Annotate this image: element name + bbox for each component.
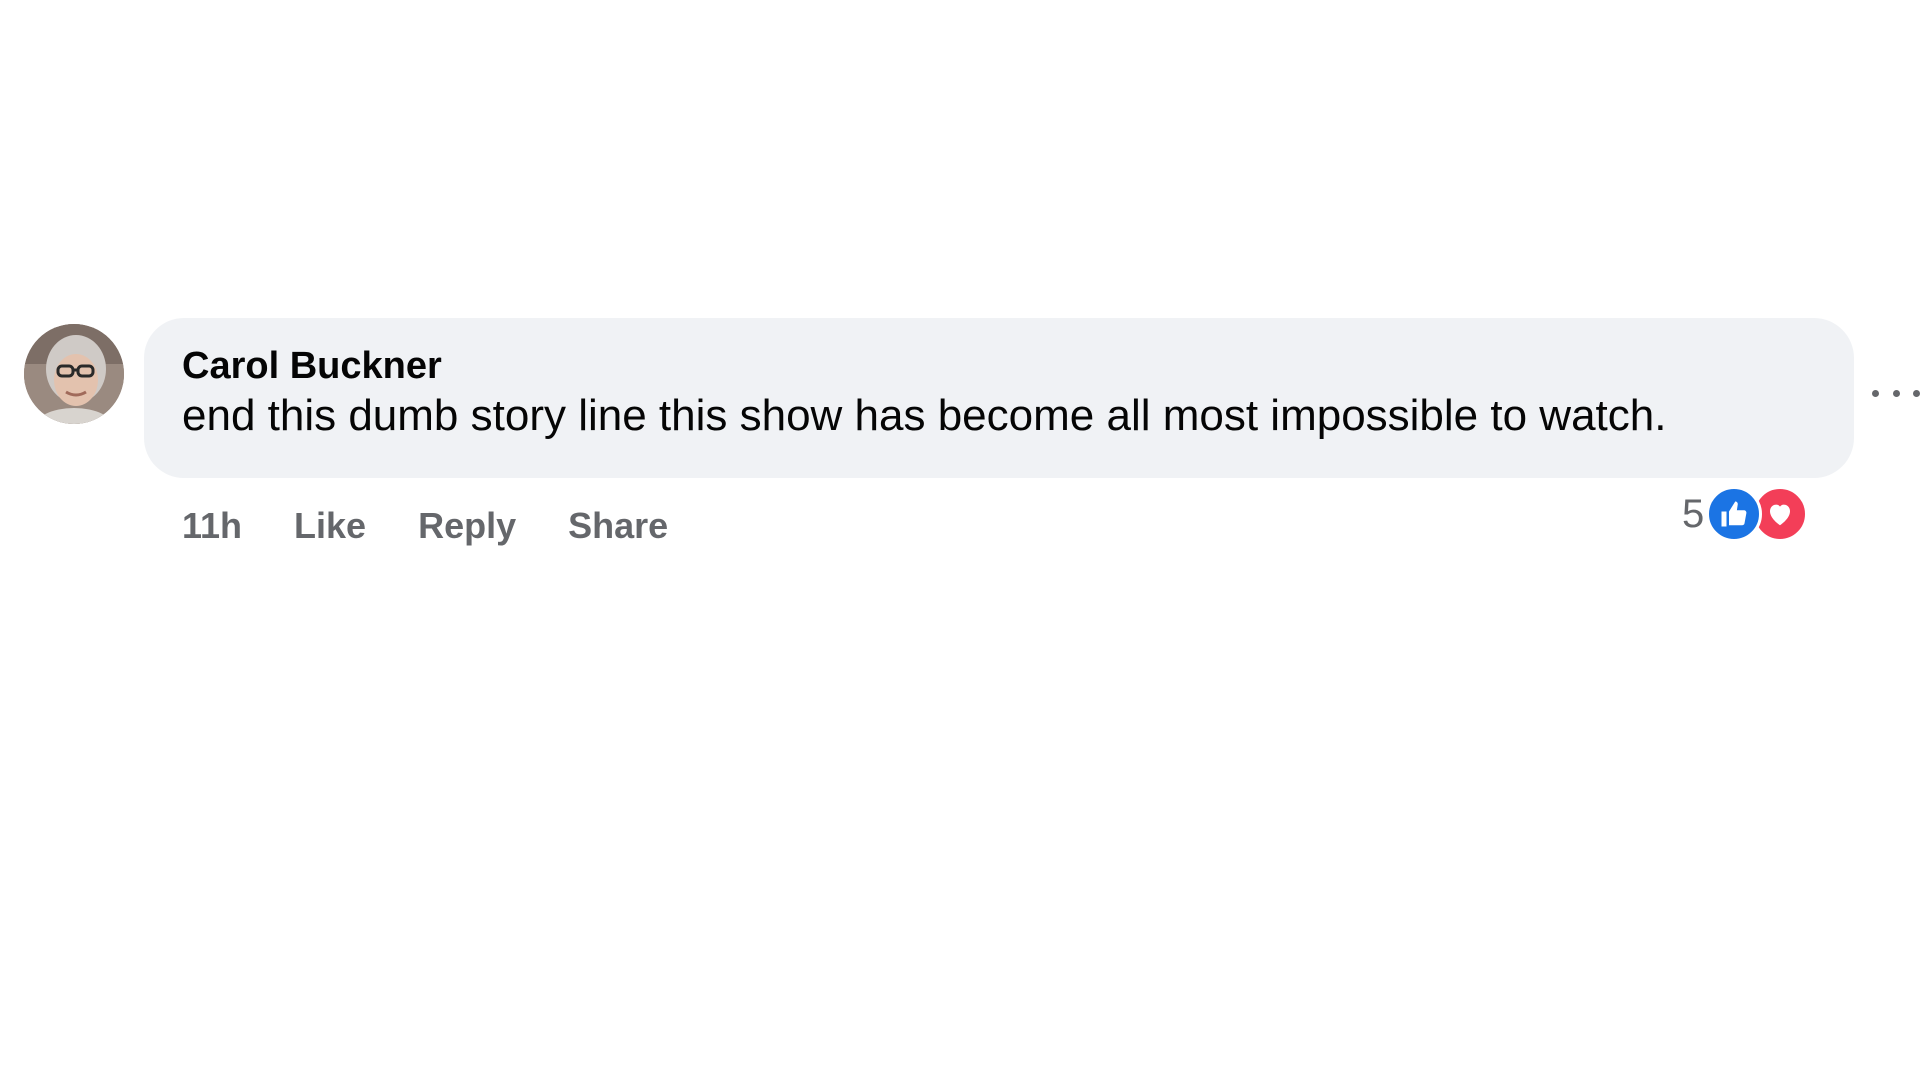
reaction-count: 5 xyxy=(1682,491,1705,536)
comment-thread: Carol Buckner end this dumb story line t… xyxy=(0,0,1920,1080)
like-icon xyxy=(1706,486,1763,542)
share-button[interactable]: Share xyxy=(568,505,668,547)
dot xyxy=(1892,389,1900,397)
comment-author[interactable]: Carol Buckner xyxy=(182,344,1816,388)
comment-bubble: Carol Buckner end this dumb story line t… xyxy=(144,318,1854,478)
dot xyxy=(1913,389,1920,397)
comment-text: end this dumb story line this show has b… xyxy=(182,391,1667,440)
reactions-summary[interactable]: 5 xyxy=(1682,484,1809,544)
comment-timestamp[interactable]: 11h xyxy=(182,505,242,547)
more-options-icon[interactable] xyxy=(1872,378,1920,408)
dot xyxy=(1872,389,1879,397)
comment-actions: 11h Like Reply Share xyxy=(182,496,720,556)
reply-button[interactable]: Reply xyxy=(418,505,516,547)
avatar-photo-icon xyxy=(24,324,124,424)
avatar[interactable] xyxy=(24,324,124,424)
like-button[interactable]: Like xyxy=(294,505,366,547)
